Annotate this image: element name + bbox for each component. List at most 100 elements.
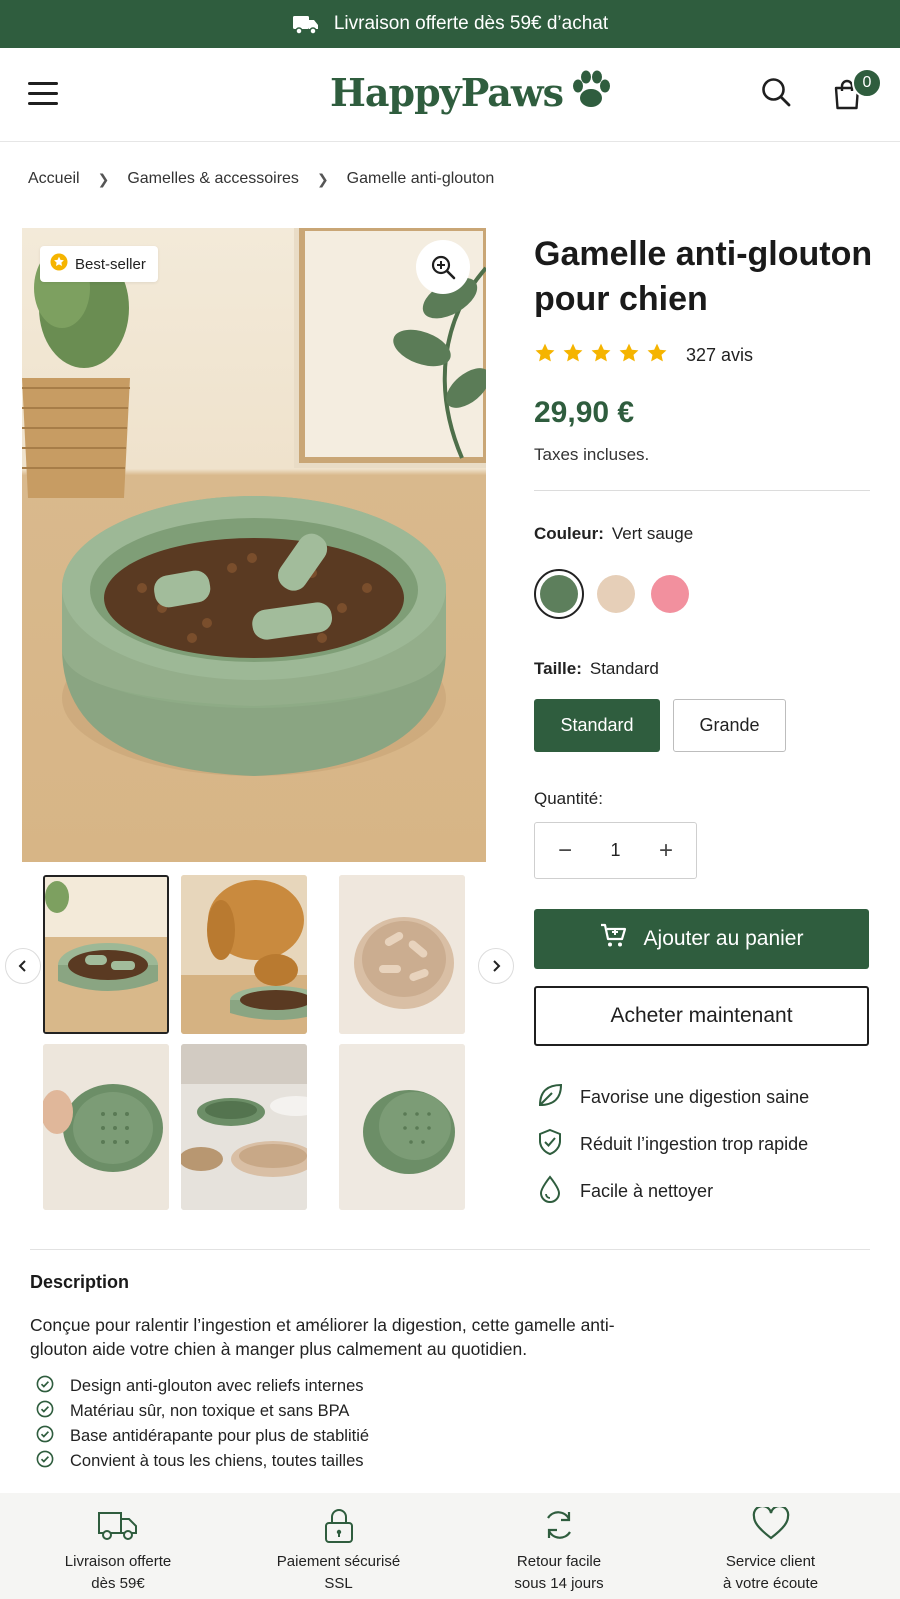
best-seller-badge: Best-seller: [40, 246, 158, 282]
add-to-cart-button[interactable]: Ajouter au panier: [534, 909, 869, 969]
reassurance-item: Livraison offerte dès 59€: [0, 1493, 236, 1599]
gallery-prev-button[interactable]: [5, 948, 41, 984]
breadcrumb-current: Gamelle anti-glouton: [346, 170, 495, 187]
thumbnail-5[interactable]: [181, 1044, 307, 1210]
leaf-icon: [536, 1081, 564, 1114]
zoom-in-icon[interactable]: [416, 240, 470, 294]
check-circle-icon: [36, 1400, 54, 1423]
star-icon: [562, 342, 584, 369]
promo-banner: Livraison offerte dès 59€ d’achat: [0, 0, 900, 48]
review-count[interactable]: 327 avis: [686, 345, 753, 366]
color-swatch-sage[interactable]: [540, 575, 578, 613]
reassurance-item: Service client à votre écoute: [677, 1493, 864, 1599]
size-label: Taille:: [534, 659, 582, 678]
thumbnail-6[interactable]: [339, 1044, 465, 1210]
reassurance-line1: Service client: [725, 1553, 816, 1570]
feature-text: Facile à nettoyer: [580, 1181, 714, 1201]
thumbnail-3[interactable]: [339, 875, 465, 1034]
minus-icon[interactable]: −: [555, 837, 575, 865]
thumbnail-2[interactable]: [181, 875, 307, 1034]
search-icon[interactable]: [760, 76, 792, 113]
color-option-label: Couleur: Vert sauge: [534, 524, 693, 544]
thumbnail-1[interactable]: [43, 875, 169, 1034]
reassurance-line2: sous 14 jours: [514, 1575, 604, 1592]
star-badge-icon: [50, 253, 68, 275]
check-circle-icon: [36, 1425, 54, 1448]
size-value: Standard: [589, 659, 659, 678]
feature-item: Réduit l’ingestion trop rapide: [536, 1128, 808, 1161]
color-swatch-beige[interactable]: [597, 575, 635, 613]
breadcrumb: Accueil ❯ Gamelles & accessoires ❯ Gamel…: [28, 170, 494, 188]
breadcrumb-home[interactable]: Accueil: [28, 170, 80, 188]
quantity-label: Quantité:: [534, 789, 603, 808]
paw-icon: [569, 68, 613, 117]
feature-text: Favorise une digestion saine: [580, 1087, 810, 1107]
size-option-label: Taille: Standard: [534, 659, 659, 679]
main-product-image[interactable]: Best-seller: [22, 228, 486, 862]
list-item: Matériau sûr, non toxique et sans BPA: [36, 1399, 369, 1424]
chevron-left-icon: [18, 960, 26, 972]
star-icon: [646, 342, 668, 369]
description-title: Description: [30, 1272, 130, 1292]
water-drop-icon: [536, 1175, 564, 1208]
reassurance-line2: dès 59€: [91, 1575, 145, 1592]
list-item: Convient à tous les chiens, toutes taill…: [36, 1449, 369, 1474]
truck-icon: [0, 1507, 236, 1547]
reassurance-item: Paiement sécurisé SSL: [236, 1493, 441, 1599]
truck-icon: [292, 13, 320, 35]
star-icon: [534, 342, 556, 369]
star-icon: [590, 342, 612, 369]
gallery-next-button[interactable]: [478, 948, 514, 984]
feature-item: Favorise une digestion saine: [536, 1081, 809, 1114]
reassurance-line1: Paiement sécurisé: [276, 1553, 401, 1570]
chevron-right-icon: [493, 960, 501, 972]
cart-icon: [600, 923, 628, 955]
reassurance-line2: à votre écoute: [722, 1575, 819, 1592]
check-circle-icon: [36, 1450, 54, 1473]
shield-check-icon: [536, 1128, 564, 1161]
reassurance-item: Retour facile sous 14 jours: [441, 1493, 677, 1599]
bullet-text: Convient à tous les chiens, toutes taill…: [70, 1452, 364, 1470]
add-to-cart-label: Ajouter au panier: [643, 927, 804, 950]
description-bullets: Design anti-glouton avec reliefs interne…: [36, 1374, 369, 1474]
color-label: Couleur:: [534, 524, 604, 543]
list-item: Base antidérapante pour plus de stabliti…: [36, 1424, 369, 1449]
product-photo: [22, 228, 486, 776]
size-standard-button[interactable]: Standard: [534, 699, 660, 752]
reassurance-line1: Livraison offerte: [64, 1553, 172, 1570]
bullet-text: Matériau sûr, non toxique et sans BPA: [70, 1402, 350, 1420]
quantity-stepper: − 1 +: [534, 822, 697, 879]
star-icon: [618, 342, 640, 369]
buy-now-button[interactable]: Acheter maintenant: [534, 986, 869, 1046]
feature-text: Réduit l’ingestion trop rapide: [580, 1134, 809, 1154]
bullet-text: Base antidérapante pour plus de stabliti…: [70, 1427, 370, 1445]
badge-label: Best-seller: [75, 255, 146, 273]
reassurance-bar: Livraison offerte dès 59€ Paiement sécur…: [0, 1493, 900, 1599]
plus-icon[interactable]: +: [656, 837, 676, 865]
menu-icon[interactable]: [28, 80, 60, 108]
quantity-value[interactable]: 1: [610, 840, 620, 861]
logo-text: HappyPaws: [330, 70, 564, 115]
feature-item: Facile à nettoyer: [536, 1175, 713, 1208]
bullet-text: Design anti-glouton avec reliefs interne…: [70, 1377, 364, 1395]
divider: [534, 490, 870, 491]
lock-icon: [236, 1507, 441, 1547]
chevron-right-icon: ❯: [97, 170, 110, 187]
site-header: HappyPaws: [0, 48, 900, 142]
heart-icon: [677, 1507, 864, 1547]
reassurance-line2: SSL: [324, 1575, 353, 1592]
promo-text: Livraison offerte dès 59€ d’achat: [333, 13, 609, 34]
product-price: 29,90 €: [534, 396, 635, 429]
size-grande-button[interactable]: Grande: [673, 699, 786, 752]
reassurance-line1: Retour facile: [516, 1553, 602, 1570]
cart-count-badge: 0: [852, 68, 882, 98]
logo[interactable]: HappyPaws: [330, 68, 613, 117]
refresh-icon: [441, 1507, 677, 1547]
color-value: Vert sauge: [611, 524, 694, 543]
chevron-right-icon: ❯: [316, 170, 329, 187]
color-swatch-pink[interactable]: [651, 575, 689, 613]
thumbnail-4[interactable]: [43, 1044, 169, 1210]
tax-note: Taxes incluses.: [534, 445, 650, 464]
rating[interactable]: 327 avis: [534, 342, 753, 369]
breadcrumb-category[interactable]: Gamelles & accessoires: [127, 170, 299, 188]
